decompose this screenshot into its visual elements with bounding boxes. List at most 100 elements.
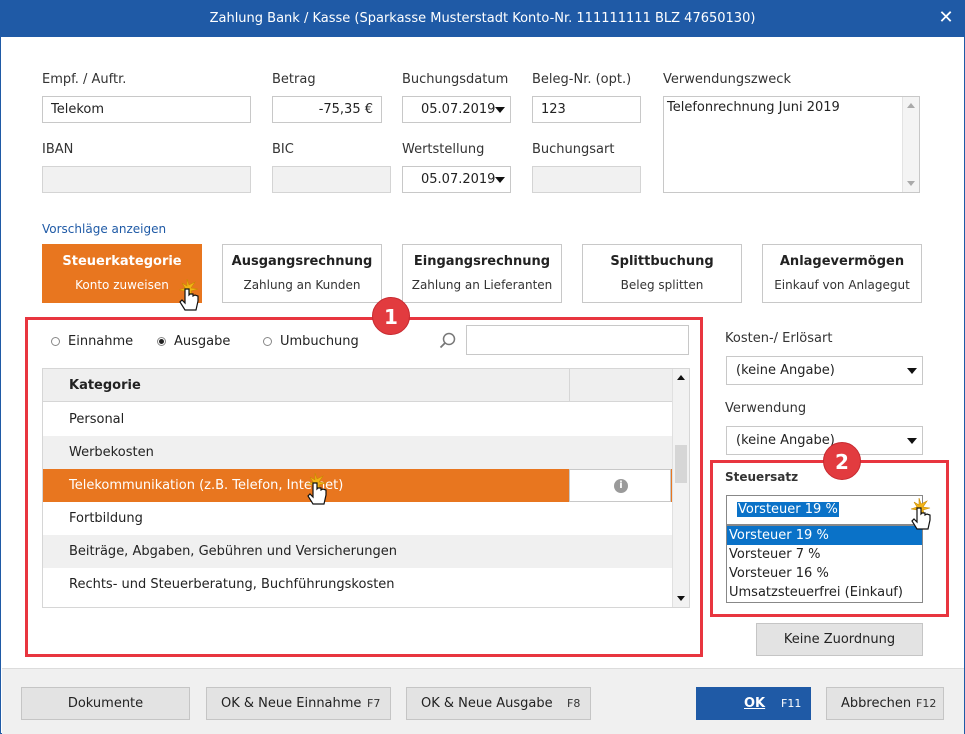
scroll-down-icon[interactable] <box>907 181 915 186</box>
grid-row[interactable]: Werbekosten <box>43 436 673 469</box>
scroll-down-icon[interactable] <box>677 596 685 601</box>
grid-row[interactable]: Beiträge, Abgaben, Gebühren und Versiche… <box>43 535 673 568</box>
buchungsdatum-select[interactable]: 05.07.2019 <box>402 96 511 123</box>
verwendungszweck-label: Verwendungszweck <box>663 72 791 87</box>
buchungsart-label: Buchungsart <box>532 142 615 157</box>
grid-row[interactable]: Personal <box>43 403 673 436</box>
suggestions-link[interactable]: Vorschläge anzeigen <box>42 222 166 236</box>
verwendungszweck-scrollbar[interactable] <box>902 97 919 192</box>
tile-ausgangsrechnung[interactable]: Ausgangsrechnung Zahlung an Kunden <box>222 244 382 303</box>
tile-title: Anlagevermögen <box>779 254 905 269</box>
radio-ausgabe[interactable]: Ausgabe <box>157 334 247 350</box>
radio-label: Einnahme <box>68 334 134 349</box>
radio-einnahme[interactable]: Einnahme <box>51 334 141 350</box>
button-label: Dokumente <box>67 696 144 711</box>
wertstellung-label: Wertstellung <box>402 142 485 157</box>
tile-title: Splittbuchung <box>610 254 714 269</box>
dialog-window: Zahlung Bank / Kasse (Sparkasse Musterst… <box>0 0 965 734</box>
empf-label: Empf. / Auftr. <box>42 72 127 87</box>
grid-row-label: Beiträge, Abgaben, Gebühren und Versiche… <box>69 544 397 559</box>
grid-header-kategorie[interactable]: Kategorie <box>69 369 141 402</box>
button-label: Keine Zuordnung <box>783 632 896 647</box>
chevron-down-icon <box>495 177 505 183</box>
ok-neue-ausgabe-button[interactable]: OK & Neue Ausgabe F8 <box>406 687 591 720</box>
verwendung-label: Verwendung <box>725 401 807 416</box>
grid-row[interactable]: Fortbildung <box>43 502 673 535</box>
tile-title: Ausgangsrechnung <box>231 254 373 269</box>
window-title: Zahlung Bank / Kasse (Sparkasse Musterst… <box>209 11 756 26</box>
chevron-down-icon <box>907 438 917 444</box>
empf-input[interactable]: Telekom <box>42 96 251 123</box>
scroll-thumb[interactable] <box>675 445 687 483</box>
steuersatz-dropdown-list: Vorsteuer 19 % Vorsteuer 7 % Vorsteuer 1… <box>726 525 923 603</box>
dropdown-option[interactable]: Vorsteuer 16 % <box>727 564 922 583</box>
chevron-down-icon <box>907 368 917 374</box>
grid-row-info-cell[interactable]: i <box>569 469 671 502</box>
grid-header-separator <box>569 369 570 402</box>
radio-dot <box>157 337 166 346</box>
tile-eingangsrechnung[interactable]: Eingangsrechnung Zahlung an Lieferanten <box>402 244 562 303</box>
iban-input <box>42 166 251 193</box>
tile-subtitle: Beleg splitten <box>620 278 704 292</box>
shortcut-label: F11 <box>781 697 802 710</box>
steuersatz-label: Steuersatz <box>725 470 799 484</box>
shortcut-label: F7 <box>367 697 381 710</box>
button-label: OK & Neue Einnahme <box>221 696 362 711</box>
tile-subtitle: Einkauf von Anlagegut <box>774 278 910 292</box>
bic-label: BIC <box>272 142 294 157</box>
scroll-up-icon[interactable] <box>677 375 685 380</box>
buchungsdatum-value: 05.07.2019 <box>421 102 496 117</box>
button-label: OK & Neue Ausgabe <box>421 696 553 711</box>
button-label: OK <box>744 696 766 711</box>
wertstellung-select[interactable]: 05.07.2019 <box>402 166 511 193</box>
steuersatz-select[interactable]: Vorsteuer 19 % <box>726 495 923 525</box>
verwendung-value: (keine Angabe) <box>736 433 835 448</box>
betrag-label: Betrag <box>272 72 316 87</box>
tile-anlagevermoegen[interactable]: Anlagevermögen Einkauf von Anlagegut <box>762 244 922 303</box>
tile-subtitle: Zahlung an Kunden <box>243 278 361 292</box>
bic-input <box>272 166 391 193</box>
belegnr-input[interactable]: 123 <box>532 96 641 123</box>
belegnr-label: Beleg-Nr. (opt.) <box>532 72 632 87</box>
hand-cursor-icon <box>910 498 931 530</box>
info-icon[interactable]: i <box>614 479 628 493</box>
button-label: Abbrechen <box>841 696 912 711</box>
search-icon[interactable] <box>439 332 457 350</box>
radio-umbuchung[interactable]: Umbuchung <box>263 334 363 350</box>
chevron-down-icon <box>495 107 505 113</box>
ok-neue-einnahme-button[interactable]: OK & Neue Einnahme F7 <box>206 687 391 720</box>
dropdown-option[interactable]: Vorsteuer 19 % <box>727 526 922 545</box>
dropdown-option[interactable]: Umsatzsteuerfrei (Einkauf) <box>727 583 922 602</box>
hand-cursor-icon <box>306 473 327 505</box>
grid-scrollbar[interactable] <box>672 369 689 607</box>
kosten-select[interactable]: (keine Angabe) <box>726 356 923 385</box>
dokumente-button[interactable]: Dokumente <box>21 687 190 720</box>
search-input[interactable] <box>466 325 689 355</box>
grid-row-selected[interactable]: Telekommunikation (z.B. Telefon, Interne… <box>43 469 673 502</box>
annotation-badge-1: 1 <box>372 297 410 335</box>
tile-splittbuchung[interactable]: Splittbuchung Beleg splitten <box>582 244 742 303</box>
radio-dot <box>263 337 272 346</box>
radio-dot <box>51 337 60 346</box>
buchungsdatum-label: Buchungsdatum <box>402 72 509 87</box>
ok-button[interactable]: OK F11 <box>696 687 811 720</box>
kosten-label: Kosten-/ Erlösart <box>725 331 833 346</box>
dropdown-option[interactable]: Vorsteuer 7 % <box>727 545 922 564</box>
annotation-badge-2: 2 <box>823 442 861 480</box>
radio-label: Umbuchung <box>280 334 359 349</box>
close-icon[interactable]: ✕ <box>928 1 964 37</box>
radio-label: Ausgabe <box>174 334 231 349</box>
abbrechen-button[interactable]: Abbrechen F12 <box>826 687 944 720</box>
shortcut-label: F12 <box>916 697 937 710</box>
shortcut-label: F8 <box>567 697 581 710</box>
grid-row-label: Werbekosten <box>69 445 154 460</box>
grid-header: Kategorie <box>43 369 673 402</box>
keine-zuordnung-button[interactable]: Keine Zuordnung <box>756 623 923 656</box>
verwendungszweck-text: Telefonrechnung Juni 2019 <box>667 100 840 115</box>
grid-row[interactable]: Rechts- und Steuerberatung, Buchführungs… <box>43 568 673 601</box>
betrag-input[interactable]: -75,35 € <box>272 96 382 123</box>
grid-row-label: Fortbildung <box>69 511 143 526</box>
verwendungszweck-textarea[interactable]: Telefonrechnung Juni 2019 <box>663 96 920 193</box>
kosten-value: (keine Angabe) <box>736 363 835 378</box>
scroll-up-icon[interactable] <box>907 103 915 108</box>
